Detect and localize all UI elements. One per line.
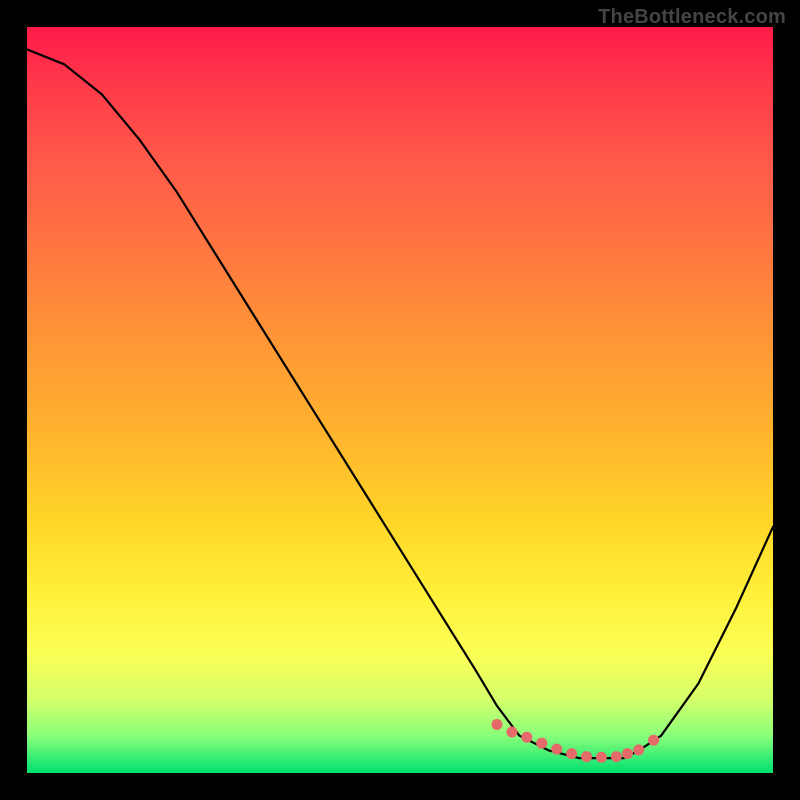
main-curve [27, 49, 773, 758]
highlight-dot [551, 744, 562, 755]
curve-svg [27, 27, 773, 773]
highlight-dot [581, 751, 592, 762]
highlight-dot [633, 744, 644, 755]
highlight-dot [622, 748, 633, 759]
highlight-dot [536, 738, 547, 749]
chart-container: TheBottleneck.com [0, 0, 800, 800]
highlight-dot [492, 719, 503, 730]
highlight-dots [492, 719, 660, 763]
highlight-dot [521, 732, 532, 743]
highlight-dot [566, 748, 577, 759]
highlight-dot [596, 752, 607, 763]
highlight-dot [611, 751, 622, 762]
highlight-dot [506, 727, 517, 738]
watermark-text: TheBottleneck.com [598, 6, 786, 29]
plot-area [27, 27, 773, 773]
highlight-dot [648, 735, 659, 746]
